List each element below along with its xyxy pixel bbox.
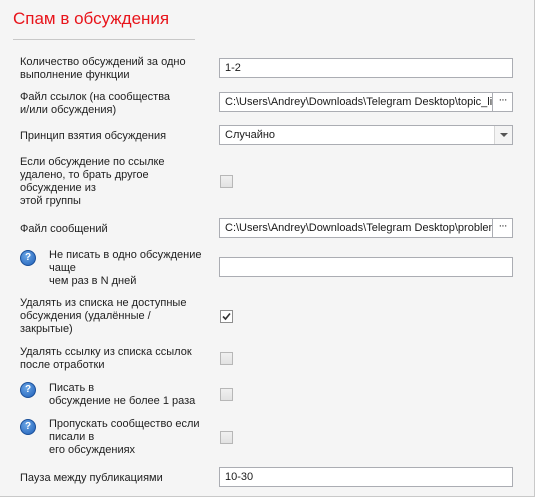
remove-unavailable-label-line3: закрытые)	[20, 323, 73, 335]
deleted-other-label-line1: Если обсуждение по ссылке	[20, 156, 165, 168]
messages-file-label: Файл сообщений	[20, 223, 108, 235]
links-file-label-line2: и/или обсуждения)	[20, 104, 117, 116]
once-label: Писать в обсуждение не более 1 раза	[49, 382, 195, 408]
count-label-line1: Количество обсуждений за одно	[20, 56, 186, 68]
chevron-down-icon[interactable]	[494, 126, 512, 144]
help-icon[interactable]: ?	[20, 419, 36, 435]
messages-file-input[interactable]: C:\Users\Andrey\Downloads\Telegram Deskt…	[219, 218, 493, 238]
remove-link-checkbox[interactable]	[220, 352, 233, 365]
skip-community-checkbox[interactable]	[220, 431, 233, 444]
once-label-line1: Писать в	[49, 382, 95, 394]
links-file-label-line1: Файл ссылок (на сообщества	[20, 91, 171, 103]
not-often-label-line1: Не писать в одно обсуждение	[49, 249, 202, 261]
not-often-label-line3: чем раз в N дней	[49, 275, 137, 287]
not-often-input[interactable]	[219, 257, 513, 277]
links-file-browse-button[interactable]: ···	[493, 92, 513, 112]
links-file-label: Файл ссылок (на сообщества и/или обсужде…	[20, 91, 170, 117]
skip-community-label-line2: писали в	[49, 431, 95, 443]
count-input[interactable]: 1-2	[219, 58, 513, 78]
deleted-other-label-line2: удалено, то брать другое	[20, 169, 149, 181]
skip-community-label: Пропускать сообщество если писали в его …	[49, 418, 200, 457]
count-label-line2: выполнение функции	[20, 69, 130, 81]
skip-community-label-line1: Пропускать сообщество если	[49, 418, 200, 430]
skip-community-label-line3: его обсуждениях	[49, 444, 136, 456]
title-divider	[13, 39, 195, 40]
once-checkbox[interactable]	[220, 388, 233, 401]
pause-input[interactable]: 10-30	[219, 467, 513, 487]
checkmark-icon	[222, 312, 231, 321]
deleted-other-label-line4: этой группы	[20, 195, 81, 207]
pause-label: Пауза между публикациями	[20, 472, 163, 484]
deleted-other-label: Если обсуждение по ссылке удалено, то бр…	[20, 156, 165, 208]
remove-link-label-line2: после отработки	[20, 359, 105, 371]
help-icon[interactable]: ?	[20, 250, 36, 266]
once-label-line2: обсуждение не более 1 раза	[49, 395, 196, 407]
remove-link-label-line1: Удалять ссылку из списка ссылок	[20, 346, 192, 358]
count-label: Количество обсуждений за одно выполнение…	[20, 56, 186, 82]
principle-select[interactable]: Случайно	[219, 125, 513, 145]
principle-selected-value: Случайно	[225, 129, 276, 141]
remove-unavailable-label: Удалять из списка не доступные обсуждени…	[20, 297, 186, 336]
settings-panel: Спам в обсуждения Количество обсуждений …	[0, 0, 535, 497]
panel-title: Спам в обсуждения	[13, 9, 170, 28]
remove-unavailable-label-line2: обсуждения (удалённые /	[20, 310, 151, 322]
remove-unavailable-label-line1: Удалять из списка не доступные	[20, 297, 187, 309]
remove-link-label: Удалять ссылку из списка ссылок после от…	[20, 346, 192, 372]
not-often-label: Не писать в одно обсуждение чаще чем раз…	[49, 249, 202, 288]
messages-file-browse-button[interactable]: ···	[493, 218, 513, 238]
deleted-other-label-line3: обсуждение из	[20, 182, 96, 194]
deleted-other-checkbox[interactable]	[220, 175, 233, 188]
help-icon[interactable]: ?	[20, 382, 36, 398]
links-file-input[interactable]: C:\Users\Andrey\Downloads\Telegram Deskt…	[219, 92, 493, 112]
remove-unavailable-checkbox[interactable]	[220, 310, 233, 323]
principle-label: Принцип взятия обсуждения	[20, 130, 167, 142]
not-often-label-line2: чаще	[49, 262, 76, 274]
